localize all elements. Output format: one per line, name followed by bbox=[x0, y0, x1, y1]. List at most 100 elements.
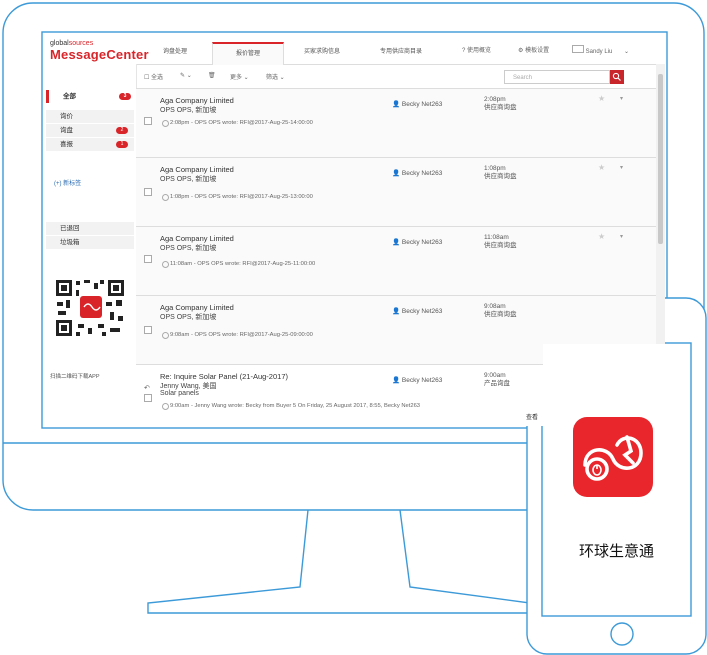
list-toolbar: ☐ 全选 ✎ ⌄ 🗑 更多 ⌄ 筛选 ⌄ Search bbox=[136, 64, 656, 89]
message-sender: Aga Company Limited bbox=[160, 165, 234, 174]
chevron-down-icon[interactable]: ▾ bbox=[620, 233, 623, 240]
tag-icon[interactable]: ✎ ⌄ bbox=[180, 72, 192, 79]
select-all-checkbox[interactable]: ☐ 全选 bbox=[144, 72, 163, 81]
clock-icon bbox=[162, 332, 169, 339]
message-sender: Aga Company Limited bbox=[160, 303, 234, 312]
count-badge: 1 bbox=[116, 141, 128, 148]
settings-label: 模板设置 bbox=[525, 48, 550, 54]
count-badge: 2 bbox=[116, 127, 128, 134]
message-type: 供应商询盘 bbox=[484, 242, 517, 249]
row-checkbox[interactable] bbox=[144, 255, 152, 263]
star-icon[interactable]: ★ bbox=[598, 94, 605, 103]
message-sender: Re: Inquire Solar Panel (21-Aug-2017) bbox=[160, 372, 288, 381]
message-row[interactable]: Aga Company Limited OPS OPS, 新加坡 👤 Becky… bbox=[136, 227, 656, 296]
folder-label: 询价 bbox=[60, 113, 73, 120]
time-label: 11:08am bbox=[484, 234, 509, 241]
count-badge: 3 bbox=[119, 93, 131, 100]
message-location: OPS OPS, 新加坡 bbox=[160, 107, 217, 114]
row-checkbox[interactable] bbox=[144, 394, 152, 402]
user-menu[interactable]: Sandy Liu ⌄ bbox=[572, 45, 629, 55]
chevron-down-icon[interactable]: ▾ bbox=[620, 164, 623, 171]
brand-logo-small: globalsources bbox=[50, 40, 93, 47]
app-title: MessageCenter bbox=[50, 47, 149, 62]
time-label: 9:00am bbox=[484, 372, 506, 379]
folder-returned[interactable]: 已退回 bbox=[46, 222, 134, 235]
time-label: 2:08pm bbox=[484, 96, 506, 103]
message-time: 9:00am 产品询盘 bbox=[484, 372, 510, 388]
message-time: 11:08am 供应商询盘 bbox=[484, 234, 517, 250]
message-type: 供应商询盘 bbox=[484, 104, 517, 111]
chevron-down-icon[interactable]: ▾ bbox=[620, 95, 623, 102]
search-input[interactable]: Search bbox=[504, 70, 610, 84]
message-time: 9:08am 供应商询盘 bbox=[484, 303, 517, 319]
message-snippet: 11:08am - OPS OPS wrote: RFI@2017-Aug-25… bbox=[170, 261, 316, 267]
row-checkbox[interactable] bbox=[144, 326, 152, 334]
message-sender: Aga Company Limited bbox=[160, 96, 234, 105]
star-icon[interactable]: ★ bbox=[598, 163, 605, 172]
monitor-stand bbox=[147, 509, 531, 614]
chevron-down-icon: ⌄ bbox=[624, 49, 630, 55]
message-time: 2:08pm 供应商询盘 bbox=[484, 96, 517, 112]
qr-code bbox=[54, 278, 126, 338]
time-label: 9:08am bbox=[484, 303, 506, 310]
help-label: 使用概览 bbox=[467, 48, 492, 54]
help-link[interactable]: ? 使用概览 bbox=[462, 45, 491, 54]
avatar bbox=[572, 45, 584, 53]
top-bar: globalsources MessageCenter 询盘处理 报价管理 买家… bbox=[44, 34, 665, 65]
folder-label: 喜报 bbox=[60, 141, 73, 148]
user-name: Sandy Liu bbox=[585, 49, 613, 55]
more-menu[interactable]: 更多 ⌄ bbox=[230, 72, 249, 81]
search-icon bbox=[612, 72, 621, 81]
new-label-link[interactable]: (+) 新标签 bbox=[46, 178, 134, 191]
clock-icon bbox=[162, 120, 169, 127]
folder-news[interactable]: 喜报 1 bbox=[46, 138, 134, 151]
message-sender: Aga Company Limited bbox=[160, 234, 234, 243]
tab-quotes[interactable]: 报价管理 bbox=[212, 42, 284, 65]
filter-label: 筛选 bbox=[266, 75, 279, 81]
clock-icon bbox=[162, 261, 169, 268]
folder-inquiry[interactable]: 询盘 2 bbox=[46, 124, 134, 137]
message-snippet: 1:08pm - OPS OPS wrote: RFI@2017-Aug-25-… bbox=[170, 194, 313, 200]
more-label: 更多 bbox=[230, 75, 243, 81]
folder-all[interactable]: 全部 3 bbox=[46, 90, 137, 103]
tab-supplier-directory[interactable]: 专用供应商目录 bbox=[362, 42, 440, 64]
assignee-name: Becky Net263 bbox=[401, 308, 443, 315]
select-all-label: 全选 bbox=[151, 75, 164, 81]
folder-quote[interactable]: 询价 bbox=[46, 110, 134, 123]
message-snippet: 2:08pm - OPS OPS wrote: RFI@2017-Aug-25-… bbox=[170, 120, 313, 126]
tab-inquiry[interactable]: 询盘处理 bbox=[140, 42, 210, 64]
settings-link[interactable]: ⚙ 模板设置 bbox=[518, 45, 549, 54]
folder-label: 垃圾箱 bbox=[60, 239, 80, 246]
message-snippet: 9:00am - Jenny Wang wrote: Becky from Bu… bbox=[170, 403, 421, 409]
folder-label: 询盘 bbox=[60, 127, 73, 134]
message-row[interactable]: Aga Company Limited OPS OPS, 新加坡 👤 Becky… bbox=[136, 158, 656, 227]
clock-icon bbox=[162, 403, 169, 410]
message-location: OPS OPS, 新加坡 bbox=[160, 314, 217, 321]
message-type: 供应商询盘 bbox=[484, 311, 517, 318]
trash-icon[interactable]: 🗑 bbox=[208, 72, 216, 79]
folder-label: 已退回 bbox=[60, 225, 80, 232]
brand-accent: sources bbox=[68, 40, 94, 47]
message-row[interactable]: Aga Company Limited OPS OPS, 新加坡 👤 Becky… bbox=[136, 89, 656, 158]
filter-menu[interactable]: 筛选 ⌄ bbox=[266, 72, 285, 81]
folder-trash[interactable]: 垃圾箱 bbox=[46, 236, 134, 249]
time-label: 1:08pm bbox=[484, 165, 506, 172]
assignee-name: Becky Net263 bbox=[401, 239, 443, 246]
app-logo-icon[interactable] bbox=[573, 417, 653, 497]
clock-icon bbox=[162, 194, 169, 201]
star-icon[interactable]: ★ bbox=[598, 232, 605, 241]
tab-buyer-requests[interactable]: 买家求购信息 bbox=[284, 42, 360, 64]
message-snippet: 9:08am - OPS OPS wrote: RFI@2017-Aug-25-… bbox=[170, 332, 313, 338]
row-checkbox[interactable] bbox=[144, 117, 152, 125]
assignee: 👤 Becky Net263 bbox=[392, 239, 443, 246]
row-checkbox[interactable] bbox=[144, 188, 152, 196]
assignee-name: Becky Net263 bbox=[401, 170, 443, 177]
message-location: OPS OPS, 新加坡 bbox=[160, 245, 217, 252]
scrollbar-thumb[interactable] bbox=[658, 74, 663, 244]
folder-sidebar: 全部 3 询价 询盘 2 喜报 1 (+) 新标签 已退回 垃圾箱 扫描二维码下… bbox=[44, 64, 137, 426]
assignee-name: Becky Net263 bbox=[401, 101, 443, 108]
search-button[interactable] bbox=[610, 70, 624, 84]
message-location: OPS OPS, 新加坡 bbox=[160, 176, 217, 183]
assignee: 👤 Becky Net263 bbox=[392, 377, 443, 384]
message-type: 产品询盘 bbox=[484, 380, 510, 387]
